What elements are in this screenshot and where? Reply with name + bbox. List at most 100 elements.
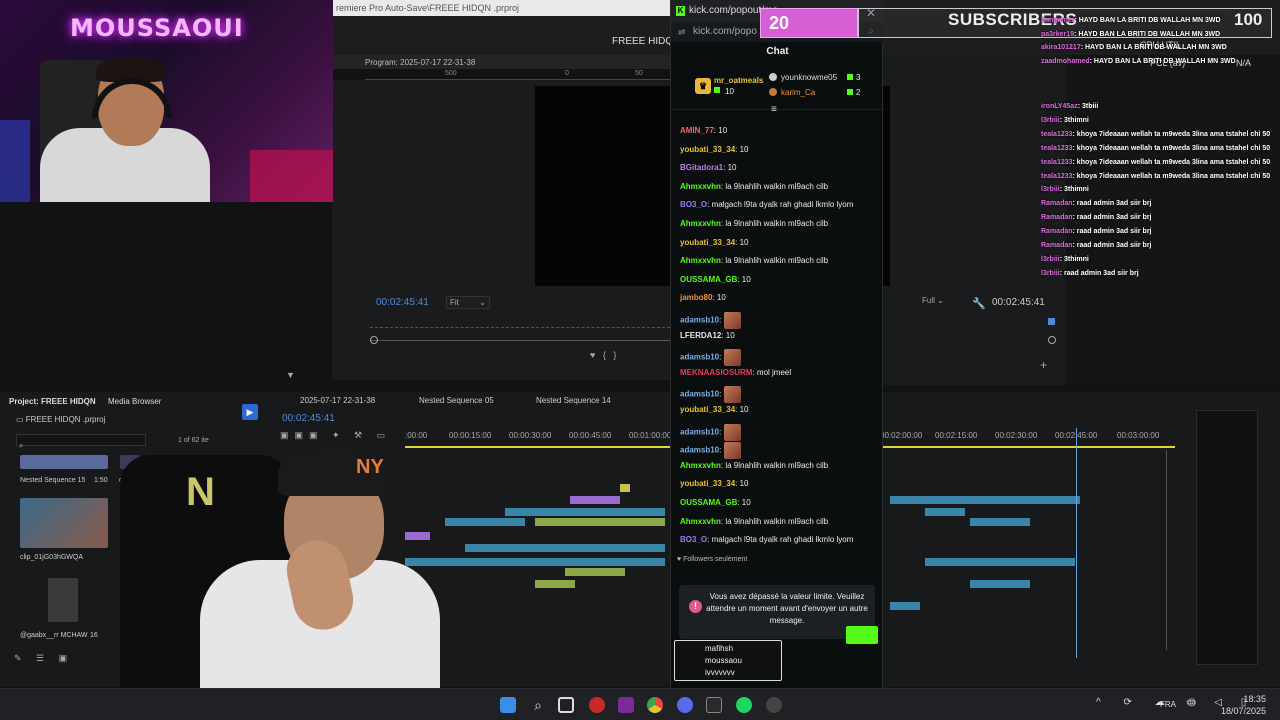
tab-sequence-main[interactable]: 2025-07-17 22-31-38: [300, 396, 375, 405]
chat-username[interactable]: MEKNAASIOSURM: [680, 368, 752, 377]
chat-username[interactable]: youbati_33_34: [680, 479, 735, 488]
timeline-tools[interactable]: ▣▣▣ ✦ ⚒ ▭: [280, 430, 391, 441]
timeline-clip[interactable]: [535, 518, 665, 526]
timeline-clip[interactable]: [535, 580, 575, 588]
timeline-clip[interactable]: [970, 580, 1030, 588]
overlay-chat-text: : khoya 7ideaaan wellah ta m9weda 3lina …: [1072, 144, 1271, 152]
timeline-scrollbar[interactable]: [1166, 450, 1174, 650]
overlay-chat-text: : 3thimni: [1059, 116, 1089, 124]
timeline-clip[interactable]: [405, 558, 665, 566]
chat-username[interactable]: adamsb10: [680, 390, 719, 399]
timeline-clip[interactable]: [925, 508, 965, 516]
start-icon[interactable]: [500, 697, 516, 713]
premiere-icon[interactable]: [618, 697, 634, 713]
scrub-in-handle[interactable]: [370, 336, 378, 344]
chat-username[interactable]: OUSSAMA_GB: [680, 498, 737, 507]
timeline-clip[interactable]: [925, 496, 1080, 504]
leaderboard-first-name[interactable]: mr_oatmeals: [714, 76, 763, 85]
chat-username[interactable]: adamsb10: [680, 353, 719, 362]
timeline-clip[interactable]: [565, 568, 625, 576]
add-icon[interactable]: +: [1040, 358, 1047, 372]
overlay-chat-username: ironLY45az: [1041, 103, 1078, 110]
task-view-icon[interactable]: [558, 697, 574, 713]
selection-tool-icon[interactable]: ▶: [242, 404, 258, 420]
chat-username[interactable]: AMIN_77: [680, 126, 714, 135]
ruler-label: 0: [565, 70, 569, 77]
bin-thumbnail[interactable]: [48, 578, 78, 622]
timeline-clip[interactable]: [970, 518, 1030, 526]
program-monitor-tab[interactable]: Program: 2025-07-17 22-31-38: [365, 58, 475, 67]
chat-username[interactable]: youbati_33_34: [680, 405, 735, 414]
scrub-out-handle[interactable]: [1048, 336, 1056, 344]
leaderboard-second-name[interactable]: younknowme05: [781, 73, 837, 82]
tab-nested-14[interactable]: Nested Sequence 14: [536, 396, 611, 405]
bin-thumbnail[interactable]: [20, 455, 108, 469]
timeline-clip[interactable]: [445, 518, 525, 526]
spotify-icon[interactable]: [736, 697, 752, 713]
chat-username[interactable]: LFERDA12: [680, 331, 721, 340]
app-icon[interactable]: [589, 697, 605, 713]
timeline-clip[interactable]: [405, 532, 430, 540]
chat-username[interactable]: youbati_33_34: [680, 145, 735, 154]
project-search-input[interactable]: ⌕: [16, 434, 146, 450]
language-indicator[interactable]: FRA: [1160, 700, 1176, 709]
timeline-playhead[interactable]: [1076, 428, 1077, 658]
bin-thumbnail[interactable]: [20, 498, 108, 548]
tab-project[interactable]: Project: FREEE HIDQN: [9, 397, 96, 406]
ruler-label: 50: [635, 70, 643, 77]
program-timecode[interactable]: 00:02:45:41: [376, 297, 429, 308]
site-settings-icon[interactable]: ⇌: [678, 22, 686, 42]
chat-username[interactable]: Ahmxxvhn: [680, 461, 721, 470]
timeline-clip[interactable]: [890, 496, 930, 504]
cap-logo: NY: [356, 456, 384, 478]
scrub-ruler[interactable]: [370, 322, 670, 328]
tab-nested-05[interactable]: Nested Sequence 05: [419, 396, 494, 405]
chat-input[interactable]: mafihsh moussaou ivvvvvvv: [674, 640, 782, 681]
search-icon[interactable]: ⌕: [530, 697, 546, 713]
overlay-chat-message: teala1233: khoya 7ideaaan wellah ta m9we…: [1041, 159, 1270, 166]
clock[interactable]: 18:35 18/07/2025: [1221, 693, 1266, 717]
chat-username[interactable]: BO3_O: [680, 535, 707, 544]
chrome-icon[interactable]: [647, 697, 663, 713]
collapse-icon[interactable]: ≡: [771, 104, 777, 115]
tab-media-browser[interactable]: Media Browser: [108, 397, 161, 406]
chat-username[interactable]: youbati_33_34: [680, 238, 735, 247]
chat-username[interactable]: BO3_O: [680, 200, 707, 209]
marker-icon[interactable]: ♥ { }: [590, 350, 616, 360]
input-line: mafihsh: [705, 644, 734, 653]
chat-text: : malgach l9ta dyalk rah ghadi lkmlo lyo…: [707, 535, 854, 545]
bin-toolbar[interactable]: ✎ ☰ ▣: [14, 653, 73, 664]
leaderboard-third-name[interactable]: karim_Ca: [781, 88, 815, 97]
overlay-chat-text: : HAYD BAN LA BRITI DB WALLAH MN 3WD: [1074, 30, 1221, 38]
resolution-dropdown[interactable]: Full ⌄: [922, 296, 962, 309]
timeline-clip[interactable]: [890, 602, 920, 610]
chat-username[interactable]: jambo80: [680, 293, 712, 302]
timeline-clip[interactable]: [465, 544, 665, 552]
timeline-clip[interactable]: [620, 484, 630, 492]
overlay-chat-username: l3rbiii: [1041, 186, 1060, 194]
overlay-chat-message: teala1233: khoya 7ideaaan wellah ta m9we…: [1041, 131, 1270, 138]
chat-username[interactable]: OUSSAMA_GB: [680, 275, 737, 284]
timeline-clip[interactable]: [570, 496, 620, 504]
chat-username[interactable]: adamsb10: [680, 446, 719, 455]
fit-dropdown[interactable]: Fit ⌄: [446, 296, 490, 309]
capcut-icon[interactable]: [706, 697, 722, 713]
chat-username[interactable]: Ahmxxvhn: [680, 517, 721, 526]
timeline-clip[interactable]: [505, 508, 665, 516]
scrub-bar[interactable]: [370, 340, 670, 341]
send-button[interactable]: [846, 626, 878, 644]
discord-icon[interactable]: [677, 697, 693, 713]
chat-username[interactable]: adamsb10: [680, 427, 719, 436]
chat-username[interactable]: Ahmxxvhn: [680, 219, 721, 228]
chat-username[interactable]: Ahmxxvhn: [680, 256, 721, 265]
chat-username[interactable]: adamsb10: [680, 316, 719, 325]
chat-username[interactable]: BGitadora1: [680, 163, 723, 172]
timeline-clip[interactable]: [925, 558, 1075, 566]
playhead-marker[interactable]: [1048, 318, 1055, 325]
program-video-frame-right: [882, 86, 890, 286]
chat-username[interactable]: Ahmxxvhn: [680, 182, 721, 191]
timeline-timecode[interactable]: 00:02:45:41: [282, 413, 335, 424]
wrench-icon[interactable]: 🔧: [972, 297, 986, 310]
obs-icon[interactable]: [766, 697, 782, 713]
filter-icon[interactable]: ▼: [286, 370, 295, 380]
